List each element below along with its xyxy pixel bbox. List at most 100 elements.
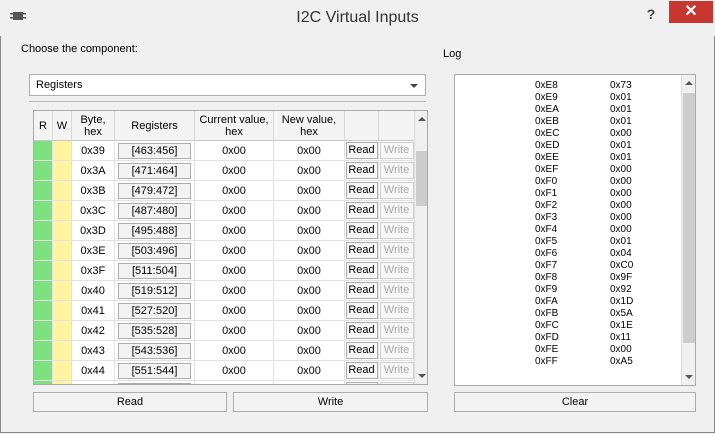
new-value-cell[interactable]: 0x00 xyxy=(274,141,345,161)
write-all-button[interactable]: Write xyxy=(233,392,428,412)
write-flag xyxy=(53,221,72,241)
row-read-button[interactable]: Read xyxy=(345,222,378,239)
divider xyxy=(29,101,426,102)
write-flag xyxy=(53,361,72,381)
log-address: 0xF7 xyxy=(535,260,558,271)
register-range-button[interactable]: [527:520] xyxy=(118,302,191,319)
log-value: 0x9F xyxy=(610,272,633,283)
log-value: 0x5A xyxy=(610,308,633,319)
read-cell: Read xyxy=(345,221,379,241)
new-value-cell[interactable]: 0x00 xyxy=(274,161,345,181)
row-read-button[interactable]: Read xyxy=(345,302,378,319)
log-address: 0xFD xyxy=(535,332,559,343)
register-range-button[interactable]: [463:456] xyxy=(118,142,191,159)
row-write-button[interactable]: Write xyxy=(379,322,414,339)
read-cell: Read xyxy=(345,281,379,301)
row-read-button[interactable]: Read xyxy=(345,182,378,199)
component-select-value: Registers xyxy=(36,79,83,91)
register-range-button[interactable]: [471:464] xyxy=(118,162,191,179)
clear-button[interactable]: Clear xyxy=(454,392,696,412)
register-range-button[interactable]: [503:496] xyxy=(118,242,191,259)
scroll-down-icon[interactable] xyxy=(418,374,426,378)
write-cell: Write xyxy=(379,161,415,181)
row-read-button[interactable]: Read xyxy=(345,242,378,259)
byte-cell: 0x3A xyxy=(72,161,115,181)
write-cell: Write xyxy=(379,341,415,361)
write-cell: Write xyxy=(379,361,415,381)
read-cell: Read xyxy=(345,361,379,381)
new-value-cell[interactable]: 0x00 xyxy=(274,301,345,321)
row-write-button[interactable]: Write xyxy=(379,282,414,299)
scroll-thumb[interactable] xyxy=(416,151,427,206)
register-range-button[interactable]: [479:472] xyxy=(118,182,191,199)
register-range-button[interactable]: [551:544] xyxy=(118,362,191,379)
row-write-button[interactable]: Write xyxy=(379,342,414,359)
log-value: 0x00 xyxy=(610,128,632,139)
register-range-button[interactable]: [495:488] xyxy=(118,222,191,239)
register-range-button[interactable]: [487:480] xyxy=(118,202,191,219)
help-button[interactable]: ? xyxy=(638,3,664,25)
row-read-button[interactable]: Read xyxy=(345,382,378,384)
new-value-cell[interactable]: 0x00 xyxy=(274,381,345,384)
table-row: 0x3D [495:488] 0x00 0x00 Read Write xyxy=(34,221,415,241)
row-read-button[interactable]: Read xyxy=(345,342,378,359)
write-flag xyxy=(53,161,72,181)
row-read-button[interactable]: Read xyxy=(345,142,378,159)
register-range-button[interactable]: [559:552] xyxy=(118,382,191,384)
read-cell: Read xyxy=(345,301,379,321)
new-value-cell[interactable]: 0x00 xyxy=(274,201,345,221)
row-read-button[interactable]: Read xyxy=(345,262,378,279)
new-value-cell[interactable]: 0x00 xyxy=(274,241,345,261)
read-flag xyxy=(34,381,53,384)
register-range-button[interactable]: [519:512] xyxy=(118,282,191,299)
row-write-button[interactable]: Write xyxy=(379,202,414,219)
new-value-cell[interactable]: 0x00 xyxy=(274,341,345,361)
new-value-cell[interactable]: 0x00 xyxy=(274,361,345,381)
register-range-button[interactable]: [535:528] xyxy=(118,322,191,339)
choose-component-label: Choose the component: xyxy=(21,43,138,55)
row-read-button[interactable]: Read xyxy=(345,362,378,379)
register-range-button[interactable]: [511:504] xyxy=(118,262,191,279)
table-scrollbar[interactable] xyxy=(414,111,427,384)
log-scrollbar[interactable] xyxy=(681,75,695,385)
log-value: 0xA5 xyxy=(610,356,633,367)
new-value-cell[interactable]: 0x00 xyxy=(274,321,345,341)
new-value-cell[interactable]: 0x00 xyxy=(274,281,345,301)
write-flag xyxy=(53,181,72,201)
new-value-cell[interactable]: 0x00 xyxy=(274,181,345,201)
row-write-button[interactable]: Write xyxy=(379,142,414,159)
scroll-up-icon[interactable] xyxy=(418,117,426,121)
log-address: 0xF5 xyxy=(535,236,558,247)
new-value-cell[interactable]: 0x00 xyxy=(274,261,345,281)
row-read-button[interactable]: Read xyxy=(345,162,378,179)
table-row: 0x3B [479:472] 0x00 0x00 Read Write xyxy=(34,181,415,201)
read-flag xyxy=(34,181,53,201)
row-write-button[interactable]: Write xyxy=(379,242,414,259)
write-flag xyxy=(53,321,72,341)
log-value: 0x01 xyxy=(610,236,632,247)
read-flag xyxy=(34,201,53,221)
row-write-button[interactable]: Write xyxy=(379,302,414,319)
table-row: 0x39 [463:456] 0x00 0x00 Read Write xyxy=(34,141,415,161)
row-write-button[interactable]: Write xyxy=(379,362,414,379)
component-select[interactable]: Registers xyxy=(29,74,426,96)
row-read-button[interactable]: Read xyxy=(345,282,378,299)
row-write-button[interactable]: Write xyxy=(379,382,414,384)
scroll-thumb[interactable] xyxy=(683,93,695,343)
row-write-button[interactable]: Write xyxy=(379,262,414,279)
log-address: 0xEA xyxy=(535,104,559,115)
row-read-button[interactable]: Read xyxy=(345,322,378,339)
new-value-cell[interactable]: 0x00 xyxy=(274,221,345,241)
row-write-button[interactable]: Write xyxy=(379,162,414,179)
scroll-down-icon[interactable] xyxy=(685,375,693,379)
log-list: 0xE8 0x73 0xE9 0x01 0xEA 0x01 0xEB 0x01 0xEC 0x00… xyxy=(454,74,696,386)
row-write-button[interactable]: Write xyxy=(379,222,414,239)
log-entry: 0xFA 0x1D xyxy=(455,296,681,307)
row-read-button[interactable]: Read xyxy=(345,202,378,219)
scroll-up-icon[interactable] xyxy=(685,81,693,85)
close-button[interactable]: ✕ xyxy=(669,1,713,23)
table-row: 0x3F [511:504] 0x00 0x00 Read Write xyxy=(34,261,415,281)
row-write-button[interactable]: Write xyxy=(379,182,414,199)
read-all-button[interactable]: Read xyxy=(33,392,227,412)
register-range-button[interactable]: [543:536] xyxy=(118,342,191,359)
